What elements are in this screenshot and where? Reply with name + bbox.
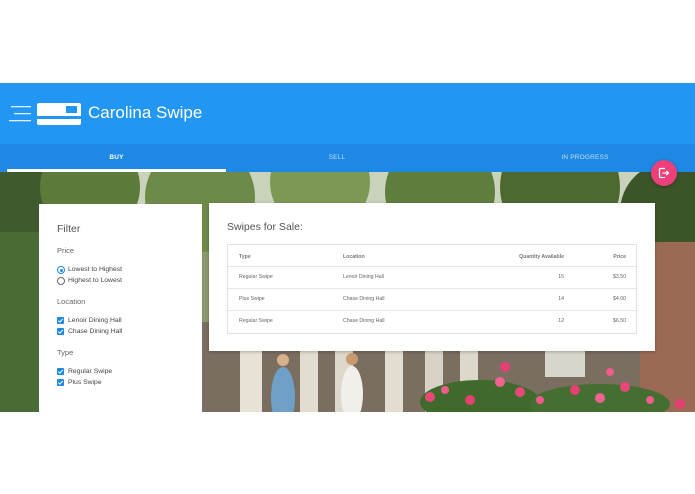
option-label: Regular Swipe [68, 368, 113, 375]
cell-type: Regular Swipe [239, 318, 273, 324]
cell-type: Regular Swipe [239, 274, 273, 280]
app-title: Carolina Swipe [88, 103, 203, 122]
radio-selected-icon[interactable] [57, 266, 65, 274]
price-section-label: Price [57, 246, 75, 255]
cell-price: $6.50 [613, 318, 626, 324]
column-header-quantity: Quantity Available [519, 254, 564, 260]
listings-table: Type Location Quantity Available Price R… [227, 244, 637, 334]
column-header-location: Location [343, 254, 365, 260]
tab-bar: BUY SELL IN PROGRESS [0, 144, 695, 172]
row-divider [228, 266, 636, 267]
cell-quantity: 14 [558, 296, 564, 302]
logout-icon [658, 167, 670, 179]
checkbox-checked-icon[interactable] [57, 317, 64, 324]
app-window: Carolina Swipe BUY SELL IN PROGRESS Filt… [0, 83, 695, 412]
logout-button[interactable] [651, 160, 677, 186]
swipes-for-sale-title: Swipes for Sale: [227, 221, 303, 233]
checkbox-checked-icon[interactable] [57, 379, 64, 386]
checkbox-checked-icon[interactable] [57, 368, 64, 375]
tab-buy[interactable]: BUY [7, 144, 226, 172]
option-label: Plus Swipe [68, 379, 102, 386]
cell-location: Lenoir Dining Hall [343, 274, 384, 280]
row-divider [228, 288, 636, 289]
cell-location: Chase Dining Hall [343, 296, 385, 302]
cell-price: $4.00 [613, 296, 626, 302]
tab-sell[interactable]: SELL [226, 144, 448, 172]
option-label: Highest to Lowest [68, 277, 123, 284]
app-bar: Carolina Swipe [0, 83, 695, 144]
type-section-label: Type [57, 348, 74, 357]
cell-quantity: 12 [558, 318, 564, 324]
filter-title: Filter [57, 223, 81, 235]
radio-unselected-icon[interactable] [57, 277, 65, 285]
location-section-label: Location [57, 297, 86, 306]
option-label: Lenoir Dining Hall [68, 317, 122, 324]
option-label: Chase Dining Hall [68, 328, 123, 335]
cell-type: Plus Swipe [239, 296, 265, 302]
cell-price: $3.50 [613, 274, 626, 280]
checkbox-checked-icon[interactable] [57, 328, 64, 335]
row-divider [228, 310, 636, 311]
cell-location: Chase Dining Hall [343, 318, 385, 324]
cell-quantity: 15 [558, 274, 564, 280]
filter-panel: Filter Price Lowest to Highest Highest t… [39, 204, 202, 412]
column-header-type: Type [239, 254, 251, 260]
swipes-for-sale-card: Swipes for Sale: Type Location Quantity … [209, 203, 655, 351]
column-header-price: Price [613, 254, 626, 260]
swipe-card-logo-icon [9, 103, 81, 125]
option-label: Lowest to Highest [68, 266, 123, 273]
